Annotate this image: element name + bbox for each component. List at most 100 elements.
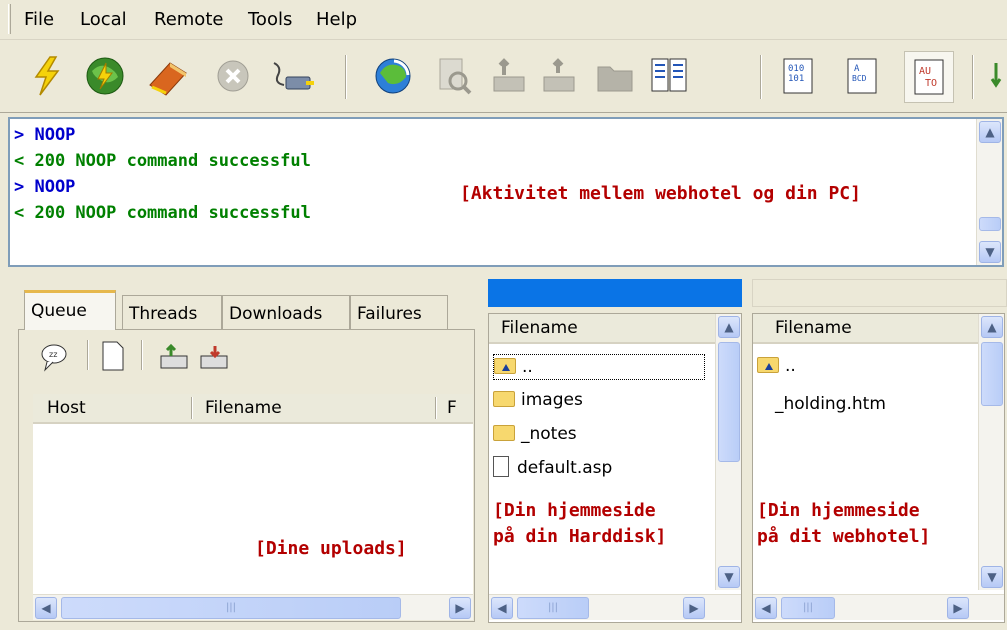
remote-annotation-1: [Din hjemmeside	[757, 500, 920, 521]
svg-text:BCD: BCD	[852, 74, 867, 83]
scroll-thumb[interactable]	[979, 217, 1001, 231]
connect-icon[interactable]	[26, 55, 68, 97]
local-file-list[interactable]: Filename .. images _notes default.asp [D…	[488, 313, 742, 623]
toolbar-separator	[972, 55, 974, 99]
remote-vscrollbar[interactable]: ▲ ▼	[978, 314, 1004, 590]
remote-file-list[interactable]: Filename .. _holding.htm [Din hjemmeside…	[752, 313, 1005, 623]
tab-threads[interactable]: Threads	[122, 295, 222, 329]
scroll-up-button[interactable]: ▲	[718, 316, 740, 338]
binary-mode-icon[interactable]: 010 101	[778, 55, 820, 97]
scroll-up-button[interactable]: ▲	[981, 316, 1003, 338]
menu-file[interactable]: File	[24, 9, 54, 30]
up-folder-icon	[757, 357, 779, 373]
menu-tools[interactable]: Tools	[248, 9, 292, 30]
scroll-right-button[interactable]: ▶	[449, 597, 471, 619]
svg-text:A: A	[854, 64, 860, 74]
queue-body: zz Host Filename F [Dine uploads] ◀ ||| …	[18, 329, 475, 622]
log-scrollbar[interactable]: ▲ ▼	[976, 119, 1002, 265]
column-separator	[191, 397, 193, 419]
quick-connect-icon[interactable]	[84, 55, 126, 97]
queue-download-icon[interactable]	[199, 342, 231, 372]
local-pane: Filename .. images _notes default.asp [D…	[484, 273, 746, 630]
scroll-left-button[interactable]: ◀	[755, 597, 777, 619]
folder-icon	[493, 391, 515, 407]
svg-text:zz: zz	[49, 350, 57, 359]
reconnect-icon[interactable]	[268, 55, 314, 97]
up-folder-icon	[494, 358, 516, 374]
local-annotation-1: [Din hjemmeside	[493, 500, 656, 521]
file-icon	[493, 456, 509, 477]
view-file-icon[interactable]	[432, 55, 474, 97]
compare-icon[interactable]	[648, 55, 690, 97]
site-manager-icon[interactable]	[146, 55, 188, 97]
local-annotation-2: på din Harddisk]	[493, 526, 667, 547]
toolbar-separator	[87, 340, 89, 370]
refresh-icon[interactable]	[372, 55, 414, 97]
local-vscrollbar[interactable]: ▲ ▼	[715, 314, 741, 590]
scroll-left-button[interactable]: ◀	[35, 597, 57, 619]
column-f[interactable]: F	[447, 398, 457, 418]
menu-local[interactable]: Local	[80, 9, 127, 30]
folder-icon	[493, 425, 515, 441]
column-host[interactable]: Host	[47, 398, 86, 418]
scroll-down-button[interactable]: ▼	[979, 241, 1001, 263]
toolbar-separator	[141, 340, 143, 370]
disconnect-icon[interactable]	[212, 55, 254, 97]
auto-mode-icon[interactable]: AU TO	[904, 51, 954, 103]
scroll-thumb[interactable]: |||	[781, 597, 835, 619]
queue-list[interactable]: [Dine uploads]	[33, 424, 473, 594]
tab-queue[interactable]: Queue	[24, 290, 116, 330]
new-file-icon[interactable]	[101, 340, 125, 372]
menu-help[interactable]: Help	[316, 9, 357, 30]
svg-text:AU: AU	[919, 66, 931, 77]
remote-path-bar[interactable]	[752, 279, 1007, 307]
local-path-bar[interactable]	[488, 279, 742, 307]
file-name: default.asp	[517, 458, 613, 478]
queue-upload-icon[interactable]	[159, 342, 191, 372]
scroll-down-button[interactable]: ▼	[718, 566, 740, 588]
log-line: < 200 NOOP command successful	[14, 203, 311, 223]
upload-icon[interactable]	[488, 55, 530, 97]
scroll-thumb[interactable]	[718, 342, 740, 462]
scroll-thumb[interactable]: |||	[517, 597, 589, 619]
remote-annotation-2: på dit webhotel]	[757, 526, 931, 547]
list-item[interactable]: ..	[493, 354, 705, 380]
log-line: > NOOP	[14, 177, 76, 197]
column-filename[interactable]: Filename	[205, 398, 282, 418]
scroll-up-button[interactable]: ▲	[979, 121, 1001, 143]
list-item[interactable]: default.asp	[493, 456, 612, 478]
list-item[interactable]: ..	[757, 356, 796, 376]
queue-list-header: Host Filename F	[33, 394, 473, 424]
svg-text:TO: TO	[925, 78, 937, 89]
tab-failures[interactable]: Failures	[350, 295, 448, 329]
menu-remote[interactable]: Remote	[154, 9, 223, 30]
file-name: ..	[785, 356, 796, 376]
svg-text:010: 010	[788, 64, 804, 74]
new-folder-icon[interactable]	[594, 55, 636, 97]
remote-hscrollbar[interactable]: ◀ ||| ▶	[753, 594, 1004, 620]
more-icon[interactable]	[990, 55, 1007, 97]
list-item[interactable]: _notes	[493, 424, 577, 444]
log-annotation: [Aktivitet mellem webhotel og din PC]	[460, 183, 861, 204]
scroll-right-button[interactable]: ▶	[683, 597, 705, 619]
scroll-thumb[interactable]: |||	[61, 597, 401, 619]
scroll-right-button[interactable]: ▶	[947, 597, 969, 619]
file-name: _holding.htm	[775, 394, 886, 414]
tab-downloads[interactable]: Downloads	[222, 295, 350, 329]
column-filename[interactable]: Filename	[501, 318, 578, 338]
column-filename[interactable]: Filename	[775, 318, 852, 338]
file-name: ..	[522, 357, 533, 377]
activity-log[interactable]: > NOOP < 200 NOOP command successful > N…	[8, 117, 1004, 267]
download-icon[interactable]	[538, 55, 580, 97]
file-name: images	[521, 390, 583, 410]
scroll-down-button[interactable]: ▼	[981, 566, 1003, 588]
local-hscrollbar[interactable]: ◀ ||| ▶	[489, 594, 741, 620]
log-line: > NOOP	[14, 125, 76, 145]
list-item[interactable]: images	[493, 390, 583, 410]
scroll-thumb[interactable]	[981, 342, 1003, 406]
scroll-left-button[interactable]: ◀	[491, 597, 513, 619]
queue-hscrollbar[interactable]: ◀ ||| ▶	[33, 594, 473, 620]
list-item[interactable]: _holding.htm	[775, 394, 886, 414]
ascii-mode-icon[interactable]: A BCD	[842, 55, 884, 97]
speech-icon[interactable]: zz	[39, 342, 69, 372]
